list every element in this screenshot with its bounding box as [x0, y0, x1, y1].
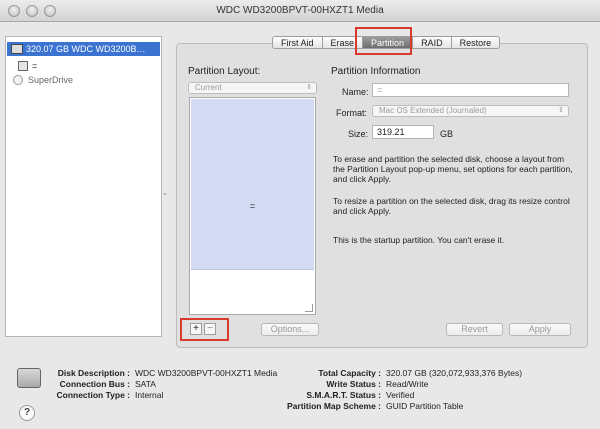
partition-map-value: GUID Partition Table — [386, 401, 464, 411]
connection-type-value: Internal — [135, 390, 164, 400]
size-label: Size: — [348, 129, 369, 139]
total-capacity-value: 320.07 GB (320,072,933,376 Bytes) — [386, 368, 523, 378]
add-remove-highlight — [180, 318, 229, 341]
partition-name-field[interactable]: = — [372, 83, 569, 97]
window-title: WDC WD3200BPVT-00HXZT1 Media — [216, 5, 384, 16]
total-capacity-label: Total Capacity : — [318, 368, 381, 378]
tab-restore[interactable]: Restore — [451, 36, 501, 49]
partition-layout-heading: Partition Layout: — [188, 66, 261, 77]
split-view-handle[interactable]: ⁃ — [163, 190, 169, 199]
resize-help-text: To resize a partition on the selected di… — [333, 196, 570, 216]
disk-info-footer: ? Disk Description : WDC WD3200BPVT-00HX… — [0, 357, 600, 429]
smart-status-label: S.M.A.R.T. Status : — [306, 390, 381, 400]
disk-list[interactable]: 320.07 GB WDC WD3200B… = SuperDrive — [5, 36, 162, 337]
apply-button[interactable]: Apply — [509, 323, 571, 336]
disk-list-item-wdc[interactable]: 320.07 GB WDC WD3200B… — [7, 42, 160, 56]
popup-arrows-icon: ⇕ — [558, 107, 564, 114]
disk-description-label: Disk Description : — [57, 368, 130, 378]
partition-layout-diagram[interactable]: = — [189, 97, 316, 315]
popup-arrows-icon: ⇕ — [306, 84, 312, 91]
partition-tab-highlight — [355, 27, 412, 55]
volume-list-item[interactable]: = — [32, 59, 37, 73]
resize-handle-icon[interactable] — [305, 304, 313, 312]
connection-type-label: Connection Type : — [56, 390, 130, 400]
format-popup-value: Mac OS Extended (Journaled) — [379, 106, 487, 115]
write-status-value: Read/Write — [386, 379, 429, 389]
partition-information-heading: Partition Information — [331, 66, 421, 77]
partition-help-text: To erase and partition the selected disk… — [333, 154, 573, 184]
disk-description-value: WDC WD3200BPVT-00HXZT1 Media — [135, 368, 278, 378]
format-label: Format: — [336, 108, 368, 118]
volume-icon — [18, 61, 28, 71]
smart-status-value: Verified — [386, 390, 415, 400]
partition-map-label: Partition Map Scheme : — [287, 401, 381, 411]
tab-raid[interactable]: RAID — [413, 36, 452, 49]
superdrive-list-item[interactable]: SuperDrive — [28, 73, 73, 87]
name-label: Name: — [342, 87, 369, 97]
startup-partition-note: This is the startup partition. You can't… — [333, 235, 505, 245]
title-bar: WDC WD3200BPVT-00HXZT1 Media — [0, 0, 600, 22]
partition-size-field[interactable]: 319.21 — [372, 125, 434, 139]
hard-disk-icon — [11, 44, 23, 54]
format-popup[interactable]: Mac OS Extended (Journaled) ⇕ — [372, 105, 569, 117]
revert-button[interactable]: Revert — [446, 323, 503, 336]
partition-block[interactable] — [191, 99, 314, 270]
options-button[interactable]: Options... — [261, 323, 319, 336]
hard-disk-icon — [17, 368, 41, 388]
connection-bus-label: Connection Bus : — [59, 379, 130, 389]
partition-layout-popup[interactable]: Current ⇕ — [188, 82, 317, 94]
partition-block-label: = — [249, 201, 256, 211]
partition-layout-popup-value: Current — [195, 83, 222, 92]
disk-list-item-label: 320.07 GB WDC WD3200B… — [26, 44, 146, 54]
size-unit: GB — [440, 129, 454, 139]
tab-first-aid[interactable]: First Aid — [272, 36, 323, 49]
help-button[interactable]: ? — [19, 405, 35, 421]
connection-bus-value: SATA — [135, 379, 156, 389]
write-status-label: Write Status : — [326, 379, 381, 389]
superdrive-icon — [13, 75, 23, 85]
